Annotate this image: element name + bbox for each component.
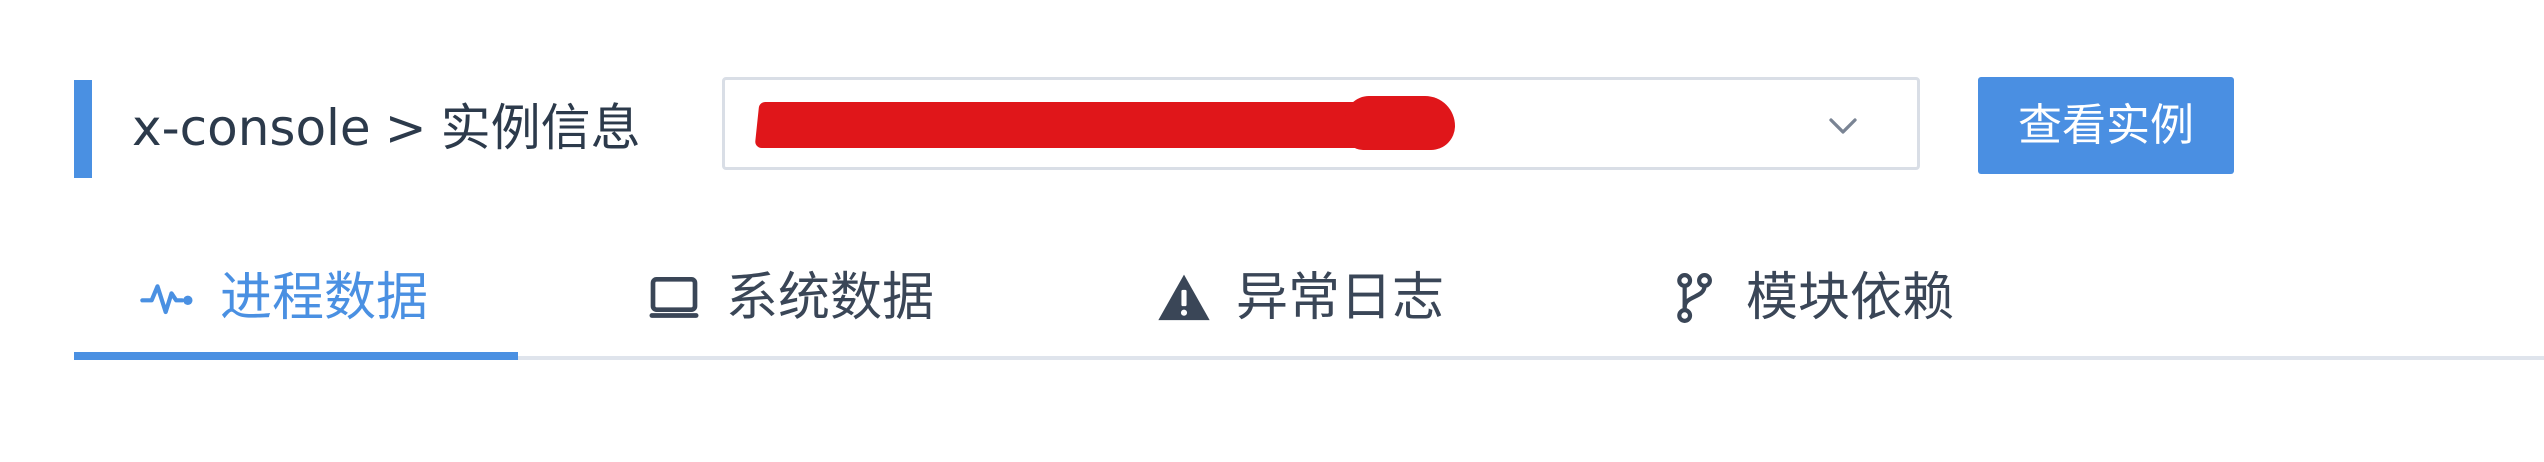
activity-pulse-icon <box>140 284 193 315</box>
breadcrumb: x-console > 实例信息 <box>132 92 641 164</box>
title-accent-bar <box>74 80 92 178</box>
chevron-down-icon[interactable] <box>1825 108 1861 144</box>
monitor-icon <box>649 277 699 318</box>
view-instance-button[interactable]: 查看实例 <box>1978 77 2234 174</box>
instance-select[interactable] <box>722 77 1920 170</box>
tab-module-dependencies[interactable]: 模块依赖 <box>1666 240 1954 356</box>
git-branch-icon <box>1677 273 1712 323</box>
breadcrumb-app: x-console <box>132 99 371 157</box>
breadcrumb-separator: > <box>384 99 427 157</box>
tab-label: 系统数据 <box>726 268 935 328</box>
tab-bar: 进程数据 系统数据 异常日志 模块依赖 <box>74 240 2544 362</box>
instance-info-page: x-console > 实例信息 查看实例 进程数据 系统数据 异常日志 模块依… <box>0 0 2544 462</box>
warning-triangle-icon <box>1158 274 1210 321</box>
tab-label: 进程数据 <box>220 268 429 328</box>
tab-label: 异常日志 <box>1236 268 1445 328</box>
breadcrumb-page-title: 实例信息 <box>440 99 641 157</box>
redacted-instance-value <box>754 102 1420 148</box>
tab-label: 模块依赖 <box>1746 268 1955 328</box>
redacted-instance-value-end <box>1345 96 1455 150</box>
tab-exception-logs[interactable]: 异常日志 <box>1156 240 1444 356</box>
tab-system-data[interactable]: 系统数据 <box>646 240 934 356</box>
tab-process-data[interactable]: 进程数据 <box>140 240 428 356</box>
